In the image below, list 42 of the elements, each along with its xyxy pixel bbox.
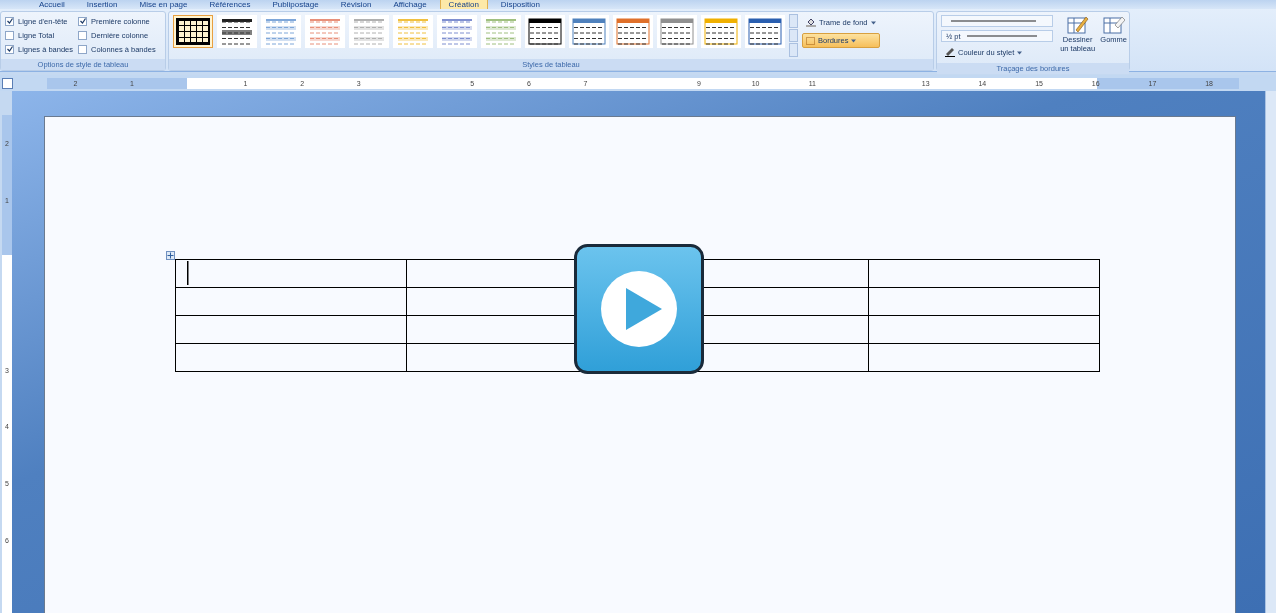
vertical-scrollbar[interactable] (1265, 91, 1276, 613)
table-style-thumbnail[interactable] (173, 15, 213, 48)
table-style-thumbnail[interactable] (657, 15, 697, 48)
checkbox[interactable] (5, 30, 14, 40)
table-style-thumbnail[interactable] (349, 15, 389, 48)
checkbox[interactable] (5, 16, 14, 26)
table-style-thumbnail[interactable] (745, 15, 785, 48)
ribbon-tab[interactable]: Insertion (77, 0, 127, 9)
ribbon-tab[interactable]: Publipostage (263, 0, 328, 9)
play-button[interactable] (574, 244, 704, 374)
ribbon-tab[interactable]: Disposition (491, 0, 549, 9)
table-style-thumbnail[interactable] (701, 15, 741, 48)
table-pencil-icon (1066, 15, 1089, 35)
checkbox[interactable] (78, 44, 87, 54)
tab-selector-button[interactable] (2, 77, 13, 89)
table-eraser-icon (1102, 15, 1125, 35)
table-style-thumbnail[interactable] (481, 15, 521, 48)
table-style-thumbnail[interactable] (261, 15, 301, 48)
ribbon-tab[interactable]: Révision (331, 0, 381, 9)
caret-icon (870, 20, 876, 25)
table-style-thumbnail[interactable] (569, 15, 609, 48)
checkbox[interactable] (78, 16, 87, 26)
ribbon-tab[interactable]: Mise en page (130, 0, 197, 9)
checkbox[interactable] (78, 30, 87, 40)
ribbon-tab[interactable]: Accueil (30, 0, 74, 9)
table-style-thumbnail[interactable] (525, 15, 565, 48)
pen-icon (945, 48, 955, 57)
table-style-thumbnail[interactable] (437, 15, 477, 48)
caret-icon (851, 38, 857, 43)
ribbon-tab[interactable]: Affichage (384, 0, 436, 9)
caret-icon (1017, 50, 1023, 55)
table-style-thumbnail[interactable] (217, 15, 257, 48)
table-move-handle-icon[interactable] (166, 251, 175, 260)
table-style-thumbnail[interactable] (393, 15, 433, 48)
table-style-thumbnail[interactable] (613, 15, 653, 48)
line-weight-icon (966, 34, 1037, 38)
checkbox[interactable] (5, 44, 14, 54)
ribbon-tab[interactable]: Références (200, 0, 260, 9)
paint-bucket-icon (806, 18, 816, 27)
borders-icon (806, 36, 815, 45)
table-style-thumbnail[interactable] (305, 15, 345, 48)
line-style-dropdown[interactable] (941, 15, 1053, 27)
